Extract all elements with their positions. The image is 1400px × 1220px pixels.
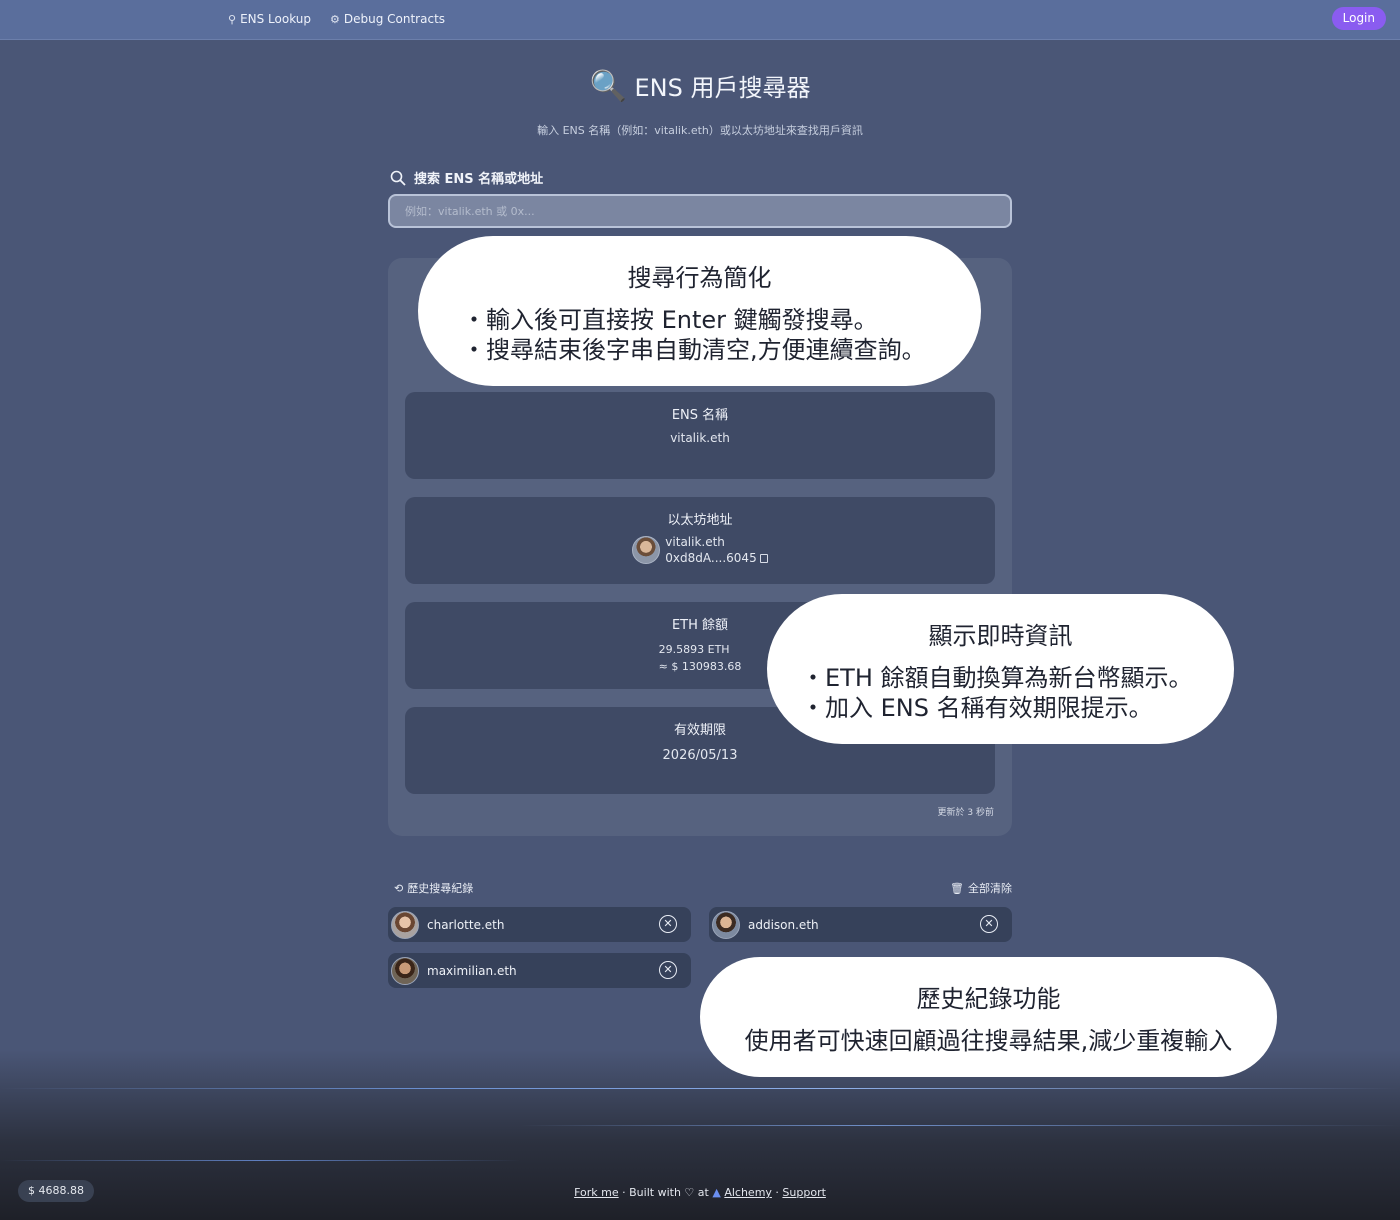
updated-timestamp: 更新於 3 秒前	[937, 808, 994, 818]
ens-name-card: ENS 名稱 vitalik.eth	[405, 392, 995, 479]
fork-link[interactable]: Fork me	[574, 1186, 619, 1199]
search-input[interactable]	[388, 194, 1012, 228]
balance-fiat: ≈ $ 130983.68	[658, 660, 742, 673]
history-title: ⟲ 歷史搜尋紀錄	[394, 880, 473, 896]
history-item[interactable]: addison.eth ✕	[709, 907, 1012, 942]
remove-icon[interactable]: ✕	[659, 915, 677, 933]
callout-search-line2: ・搜尋結束後字串自動清空,方便連續查詢。	[462, 336, 926, 364]
expiry-value: 2026/05/13	[662, 748, 738, 763]
support-link[interactable]: Support	[782, 1186, 825, 1199]
history-item[interactable]: charlotte.eth ✕	[388, 907, 691, 942]
balance-eth: 29.5893 ETH	[658, 643, 730, 656]
callout-search-title: 搜尋行為簡化	[627, 264, 772, 292]
search-label-text: 搜索 ENS 名稱或地址	[414, 172, 544, 187]
ens-name-value: vitalik.eth	[670, 431, 730, 445]
top-nav: ⚲ ENS Lookup ⚙ Debug Contracts Login	[0, 0, 1400, 40]
glow-line	[0, 1160, 520, 1161]
callout-info-title: 顯示即時資訊	[928, 622, 1073, 650]
callout-search: 搜尋行為簡化 ・輸入後可直接按 Enter 鍵觸發搜尋。 ・搜尋結束後字串自動清…	[418, 236, 981, 386]
footer-separator: ·	[775, 1186, 779, 1199]
avatar	[632, 536, 661, 564]
history-item-name: charlotte.eth	[427, 917, 505, 932]
callout-info: 顯示即時資訊 ・ETH 餘額自動換算為新台幣顯示。 ・加入 ENS 名稱有效期限…	[767, 594, 1234, 744]
page-subtitle: 輸入 ENS 名稱（例如：vitalik.eth）或以太坊地址來查找用戶資訊	[537, 124, 863, 137]
avatar	[712, 910, 740, 939]
heart-icon: ♡	[684, 1186, 695, 1199]
address-card: 以太坊地址 vitalik.eth 0xd8dA....6045	[405, 497, 995, 584]
avatar	[391, 956, 419, 985]
avatar	[391, 910, 419, 939]
page-title: 🔍 ENS 用戶搜尋器	[0, 68, 1400, 104]
trash-icon: 🗑	[950, 881, 964, 895]
nav-ens-lookup[interactable]: ⚲ ENS Lookup	[228, 12, 311, 26]
ens-name-title: ENS 名稱	[671, 408, 729, 423]
glow-line	[0, 1088, 1400, 1089]
nav-debug-contracts[interactable]: ⚙ Debug Contracts	[330, 12, 445, 26]
built-with-text: · Built with	[622, 1186, 681, 1199]
copy-icon[interactable]	[759, 554, 768, 563]
footer: Fork me · Built with ♡ at ▲ Alchemy · Su…	[0, 1186, 1400, 1199]
clear-all-button[interactable]: 🗑 全部清除	[950, 880, 1012, 896]
address-ens-name: vitalik.eth	[665, 535, 725, 549]
at-text: at	[697, 1186, 709, 1199]
address-row: vitalik.eth 0xd8dA....6045	[405, 534, 995, 566]
page-title-text: ENS 用戶搜尋器	[634, 74, 811, 102]
glow-line	[520, 1125, 1400, 1126]
callout-history: 歷史紀錄功能 使用者可快速回顧過往搜尋結果,減少重複輸入	[700, 957, 1277, 1077]
callout-history-line1: 使用者可快速回顧過往搜尋結果,減少重複輸入	[744, 1027, 1233, 1055]
nav-ens-lookup-label: ENS Lookup	[240, 12, 312, 26]
history-item-name: maximilian.eth	[427, 963, 517, 978]
magnifier-icon: 🔍	[589, 69, 627, 104]
history-item-name: addison.eth	[748, 917, 819, 932]
callout-history-title: 歷史紀錄功能	[916, 985, 1061, 1013]
history-title-text: 歷史搜尋紀錄	[407, 882, 474, 895]
remove-icon[interactable]: ✕	[980, 915, 998, 933]
search-label: 搜索 ENS 名稱或地址	[390, 168, 543, 187]
address-title: 以太坊地址	[667, 513, 733, 528]
search-icon	[390, 170, 406, 186]
alchemy-icon: ▲	[712, 1186, 721, 1199]
history-item[interactable]: maximilian.eth ✕	[388, 953, 691, 988]
search-icon: ⚲	[228, 12, 237, 26]
bug-icon: ⚙	[330, 12, 340, 26]
address-short: 0xd8dA....6045	[665, 551, 757, 565]
alchemy-link[interactable]: Alchemy	[724, 1186, 772, 1199]
nav-debug-label: Debug Contracts	[343, 12, 446, 26]
login-button[interactable]: Login	[1331, 7, 1386, 30]
callout-search-line1: ・輸入後可直接按 Enter 鍵觸發搜尋。	[462, 306, 878, 334]
callout-info-line2: ・加入 ENS 名稱有效期限提示。	[801, 694, 1153, 722]
history-icon: ⟲	[394, 881, 404, 895]
clear-all-label: 全部清除	[967, 882, 1012, 895]
remove-icon[interactable]: ✕	[659, 961, 677, 979]
callout-info-line1: ・ETH 餘額自動換算為新台幣顯示。	[801, 664, 1193, 692]
